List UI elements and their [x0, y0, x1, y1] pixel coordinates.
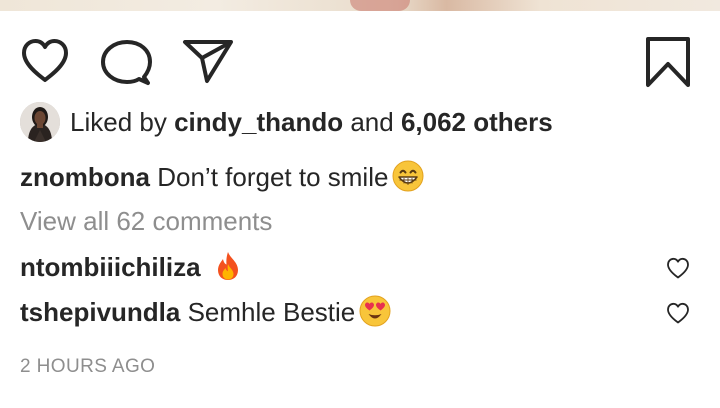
- likes-joiner: and: [350, 107, 394, 137]
- post-image-edge[interactable]: [0, 0, 720, 11]
- fire-emoji-icon: [217, 252, 238, 280]
- caption-username[interactable]: znombona: [20, 162, 150, 192]
- save-button[interactable]: [644, 36, 692, 88]
- comment-body: ntombiiichiliza: [20, 247, 244, 287]
- post-timestamp: 2 HOURS AGO: [20, 356, 156, 377]
- view-all-comments-link[interactable]: View all 62 comments: [20, 202, 272, 240]
- post-caption: znombona Don’t forget to smile: [20, 158, 424, 196]
- comment-item: ntombiiichiliza: [20, 247, 700, 287]
- like-button[interactable]: [20, 38, 70, 84]
- post-action-bar: [0, 36, 720, 88]
- heart-eyes-emoji-icon: [359, 295, 391, 327]
- likes-text: Liked by cindy_thando and 6,062 others: [70, 102, 553, 142]
- bookmark-icon: [646, 37, 690, 87]
- likes-summary: Liked by cindy_thando and 6,062 others: [20, 102, 553, 142]
- paper-plane-icon: [183, 40, 233, 83]
- liker-username[interactable]: cindy_thando: [174, 107, 343, 137]
- comment-username[interactable]: ntombiiichiliza: [20, 252, 201, 282]
- likes-prefix: Liked by: [70, 107, 167, 137]
- caption-text: Don’t forget to smile: [157, 162, 389, 192]
- comment-body: tshepivundla Semhle Bestie: [20, 292, 391, 332]
- likes-others[interactable]: 6,062 others: [401, 107, 553, 137]
- comment-item: tshepivundla Semhle Bestie: [20, 292, 700, 332]
- share-button[interactable]: [182, 38, 234, 84]
- comment-text: Semhle Bestie: [187, 297, 356, 327]
- comment-like-heart-icon[interactable]: [666, 257, 690, 279]
- liker-avatar[interactable]: [20, 102, 60, 142]
- heart-icon: [22, 39, 68, 82]
- comment-like-heart-icon[interactable]: [666, 302, 690, 324]
- grinning-emoji-icon: [392, 160, 424, 192]
- comment-username[interactable]: tshepivundla: [20, 297, 180, 327]
- comment-button[interactable]: [100, 39, 152, 87]
- comment-icon: [101, 40, 152, 85]
